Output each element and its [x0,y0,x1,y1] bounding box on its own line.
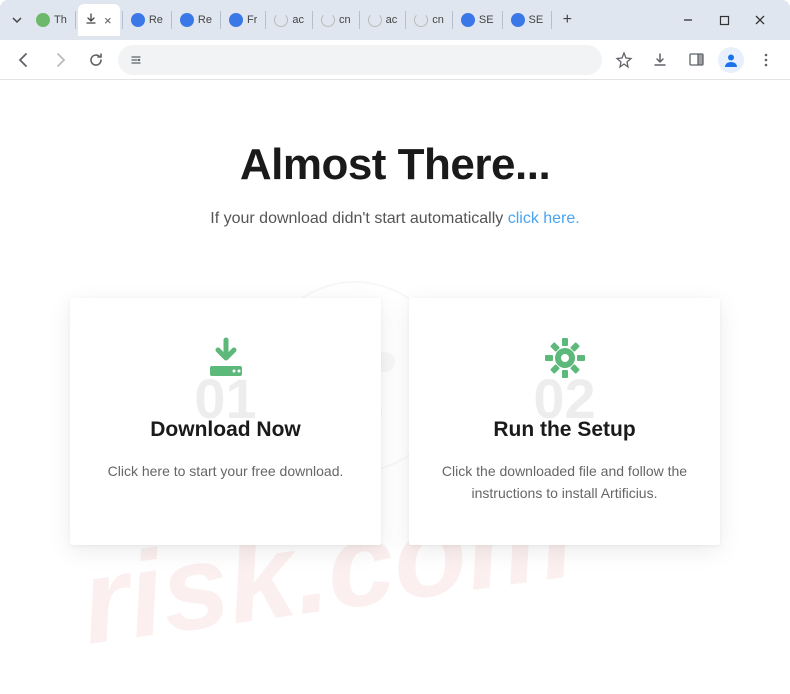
close-button[interactable] [748,8,772,32]
tab[interactable]: Th [30,4,73,36]
tab[interactable]: Re [125,4,169,36]
favicon-icon [180,13,194,27]
page-content: risk.com Almost There... If your downloa… [0,80,790,694]
loading-icon [368,13,382,27]
back-button[interactable] [10,46,38,74]
address-bar[interactable] [118,45,602,75]
downloads-button[interactable] [646,46,674,74]
tab-separator [220,11,221,29]
tab[interactable]: SE [455,4,500,36]
tab-label: Re [198,14,212,26]
page-subtitle: If your download didn't start automatica… [50,210,740,228]
tab-separator [265,11,266,29]
tab-separator [75,11,76,29]
tab-separator [359,11,360,29]
page-title: Almost There... [50,140,740,190]
loading-icon [274,13,288,27]
page: Almost There... If your download didn't … [0,80,790,545]
download-icon [84,12,98,29]
toolbar [0,40,790,80]
card-description: Click the downloaded file and follow the… [435,460,694,505]
loading-icon [321,13,335,27]
cards-row: 01 Download Now Click here to start your… [50,298,740,545]
reload-button[interactable] [82,46,110,74]
favicon-icon [131,13,145,27]
tab-label: SE [479,14,494,26]
new-tab-button[interactable]: + [554,7,580,33]
window-controls [662,8,786,32]
tab[interactable]: Re [174,4,218,36]
tab-separator [551,11,552,29]
favicon-icon [461,13,475,27]
tab-label: ac [292,14,304,26]
tab-separator [502,11,503,29]
tab[interactable]: ac [362,4,404,36]
side-panel-button[interactable] [682,46,710,74]
card-title: Run the Setup [435,418,694,442]
tab-separator [171,11,172,29]
click-here-link[interactable]: click here. [508,210,580,227]
browser-window: Th × Re Re Fr [0,0,790,694]
minimize-button[interactable] [676,8,700,32]
download-card[interactable]: 01 Download Now Click here to start your… [70,298,381,545]
tab[interactable]: cn [408,4,450,36]
site-settings-icon[interactable] [128,52,144,68]
menu-button[interactable] [752,46,780,74]
tab-separator [452,11,453,29]
toolbar-actions [610,46,780,74]
forward-button[interactable] [46,46,74,74]
maximize-button[interactable] [712,8,736,32]
tab-strip: Th × Re Re Fr [30,4,662,36]
tab-active[interactable]: × [78,4,120,36]
tab-label: cn [339,14,351,26]
favicon-icon [36,13,50,27]
subtitle-text: If your download didn't start automatica… [210,210,507,227]
tab-label: SE [529,14,544,26]
tab-separator [122,11,123,29]
close-icon[interactable]: × [102,14,114,26]
tab-search-button[interactable] [4,7,30,33]
tab[interactable]: ac [268,4,310,36]
card-description: Click here to start your free download. [96,460,355,482]
tab[interactable]: cn [315,4,357,36]
tab-label: ac [386,14,398,26]
tab-label: Fr [247,14,257,26]
favicon-icon [511,13,525,27]
tab[interactable]: Fr [223,4,263,36]
download-icon [202,334,250,382]
loading-icon [414,13,428,27]
tab-label: cn [432,14,444,26]
favicon-icon [229,13,243,27]
setup-card[interactable]: 02 [409,298,720,545]
tab-separator [312,11,313,29]
tab-label: Re [149,14,163,26]
tab-label: Th [54,14,67,26]
tab[interactable]: SE [505,4,550,36]
profile-button[interactable] [718,47,744,73]
bookmark-button[interactable] [610,46,638,74]
card-title: Download Now [96,418,355,442]
gear-icon [541,334,589,382]
titlebar: Th × Re Re Fr [0,0,790,40]
tab-separator [405,11,406,29]
